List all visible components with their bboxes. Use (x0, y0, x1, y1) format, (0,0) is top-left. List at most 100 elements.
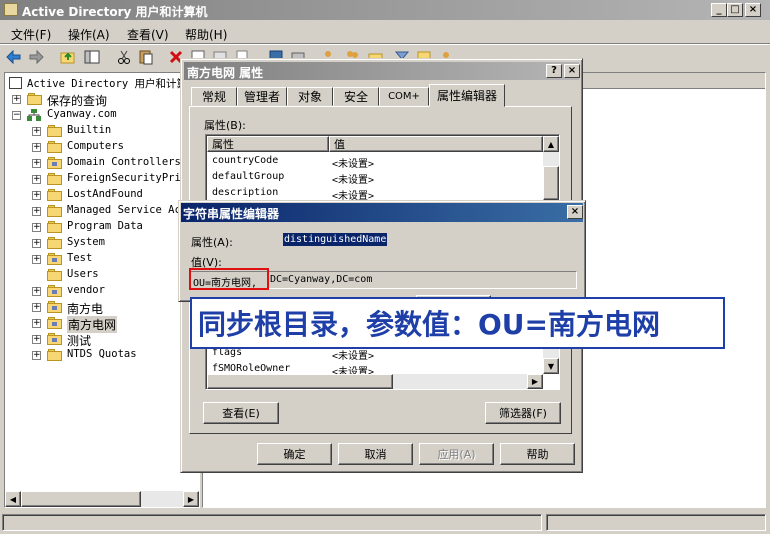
main-title: Active Directory 用户和计算机 (22, 5, 208, 19)
expand-toggle[interactable]: + (32, 191, 41, 200)
tree-item[interactable]: + ForeignSecurityPrin (5, 171, 195, 187)
expand-toggle[interactable]: + (32, 175, 41, 184)
up-folder-icon[interactable] (60, 49, 76, 65)
scroll-right-button[interactable]: ▶ (183, 491, 199, 507)
tree-item-saved-queries[interactable]: + 保存的查询 (5, 91, 195, 108)
tree-item[interactable]: + 南方电 (5, 299, 195, 316)
column-header-attribute[interactable]: 属性 (207, 136, 329, 152)
expand-toggle[interactable]: + (32, 255, 41, 264)
tree-item[interactable]: + LostAndFound (5, 187, 195, 203)
show-console-tree-icon[interactable] (84, 49, 100, 65)
apply-button[interactable]: 应用(A) (419, 443, 494, 465)
tree-pane[interactable]: Active Directory 用户和计算 + 保存的查询 − Cyanway… (4, 72, 200, 508)
attribute-name-value: distinguishedName (283, 233, 388, 246)
expand-toggle[interactable]: + (32, 143, 41, 152)
expand-toggle[interactable]: + (32, 319, 41, 328)
attr-value: <未设置> (332, 175, 375, 186)
folder-icon (47, 221, 63, 233)
value-text-rest: DC=Cyanway,DC=com (270, 274, 373, 285)
expand-toggle[interactable]: + (32, 223, 41, 232)
paste-icon[interactable] (138, 49, 154, 65)
string-editor-title-bar: 字符串属性编辑器 × (181, 203, 583, 222)
menu-help[interactable]: 帮助(H) (185, 26, 227, 43)
tab-general[interactable]: 常规 (191, 87, 237, 106)
attr-value: <未设置> (332, 159, 375, 170)
expand-toggle[interactable]: + (32, 287, 41, 296)
attributes-label: 属性(B): (204, 119, 246, 132)
folder-icon (47, 157, 63, 169)
app-icon (4, 3, 18, 16)
tree-item[interactable]: + 测试 (5, 331, 195, 348)
maximize-button[interactable]: □ (727, 3, 743, 17)
scroll-thumb[interactable] (21, 491, 141, 507)
tree-item[interactable]: + Managed Service Acc (5, 203, 195, 219)
tree-hscrollbar[interactable]: ◀ ▶ (5, 491, 199, 507)
expand-toggle[interactable]: + (12, 95, 21, 104)
menu-action[interactable]: 操作(A) (68, 26, 110, 43)
ad-console-icon (9, 77, 22, 89)
editor-close-button[interactable]: × (567, 205, 583, 219)
collapse-toggle[interactable]: − (12, 111, 21, 120)
table-row[interactable]: countryCode <未设置> (206, 153, 559, 170)
tab-security[interactable]: 安全 (333, 87, 379, 106)
view-button[interactable]: 查看(E) (203, 402, 279, 424)
menu-view[interactable]: 查看(V) (127, 26, 169, 43)
expand-toggle[interactable]: + (32, 159, 41, 168)
scroll-right-button[interactable]: ▶ (527, 374, 543, 389)
cancel-button[interactable]: 取消 (338, 443, 413, 465)
properties-title-bar: 南方电网 属性 ? × (184, 62, 580, 80)
expand-toggle[interactable]: + (32, 351, 41, 360)
attr-name: description (212, 187, 279, 198)
expand-toggle[interactable]: + (32, 303, 41, 312)
tab-managed-by[interactable]: 管理者 (237, 87, 287, 106)
scroll-thumb[interactable] (207, 374, 393, 389)
filter-button[interactable]: 筛选器(F) (485, 402, 561, 424)
attribute-label: 属性(A): (191, 236, 233, 249)
tree-root-label: Active Directory 用户和计算 (27, 78, 187, 90)
main-title-bar: Active Directory 用户和计算机 _ □ × (0, 0, 770, 20)
menu-file[interactable]: 文件(F) (11, 26, 51, 43)
forward-arrow-icon[interactable] (28, 49, 44, 65)
tree-item-domain[interactable]: − Cyanway.com (5, 107, 195, 123)
tab-object[interactable]: 对象 (287, 87, 333, 106)
back-arrow-icon[interactable] (6, 49, 22, 65)
cut-icon[interactable] (116, 49, 132, 65)
properties-title: 南方电网 属性 (187, 66, 264, 80)
column-header-value[interactable]: 值 (329, 136, 543, 152)
expand-toggle[interactable]: + (32, 127, 41, 136)
tree-item[interactable]: + vendor (5, 283, 195, 299)
expand-toggle[interactable]: + (32, 239, 41, 248)
tree-root[interactable]: Active Directory 用户和计算 (5, 75, 195, 91)
help-button[interactable]: 帮助 (500, 443, 575, 465)
dialog-help-button[interactable]: ? (546, 64, 562, 78)
scroll-thumb[interactable] (543, 166, 559, 200)
list-hscrollbar[interactable]: ▶ (207, 374, 543, 389)
tree-item-label: Test (67, 252, 93, 264)
tree-item[interactable]: + Domain Controllers (5, 155, 195, 171)
tree-item[interactable]: + Builtin (5, 123, 195, 139)
tree-item[interactable]: + Computers (5, 139, 195, 155)
ok-button[interactable]: 确定 (257, 443, 332, 465)
minimize-button[interactable]: _ (711, 3, 727, 17)
scroll-up-button[interactable]: ▲ (543, 136, 559, 152)
folder-icon (47, 333, 63, 345)
tree-item[interactable]: + System (5, 235, 195, 251)
expand-toggle[interactable]: + (32, 335, 41, 344)
table-row[interactable]: description <未设置> (206, 185, 559, 202)
tab-com[interactable]: COM+ (379, 87, 429, 106)
column-header-label: 属性 (212, 138, 234, 151)
tree-item[interactable]: + Program Data (5, 219, 195, 235)
tree-item[interactable]: + Test (5, 251, 195, 267)
tree-item-label: Cyanway.com (47, 108, 117, 120)
scroll-down-button[interactable]: ▼ (543, 358, 559, 374)
tree-item[interactable]: + 南方电网 (5, 315, 195, 333)
tree-item[interactable]: + NTDS Quotas (5, 347, 195, 363)
scroll-left-button[interactable]: ◀ (5, 491, 21, 507)
table-row[interactable]: defaultGroup <未设置> (206, 169, 559, 186)
tab-attribute-editor[interactable]: 属性编辑器 (429, 84, 505, 107)
tree-item[interactable]: Users (5, 267, 195, 283)
expand-toggle[interactable]: + (32, 207, 41, 216)
close-button[interactable]: × (745, 3, 761, 17)
dialog-close-button[interactable]: × (564, 64, 580, 78)
attr-name: defaultGroup (212, 171, 285, 182)
